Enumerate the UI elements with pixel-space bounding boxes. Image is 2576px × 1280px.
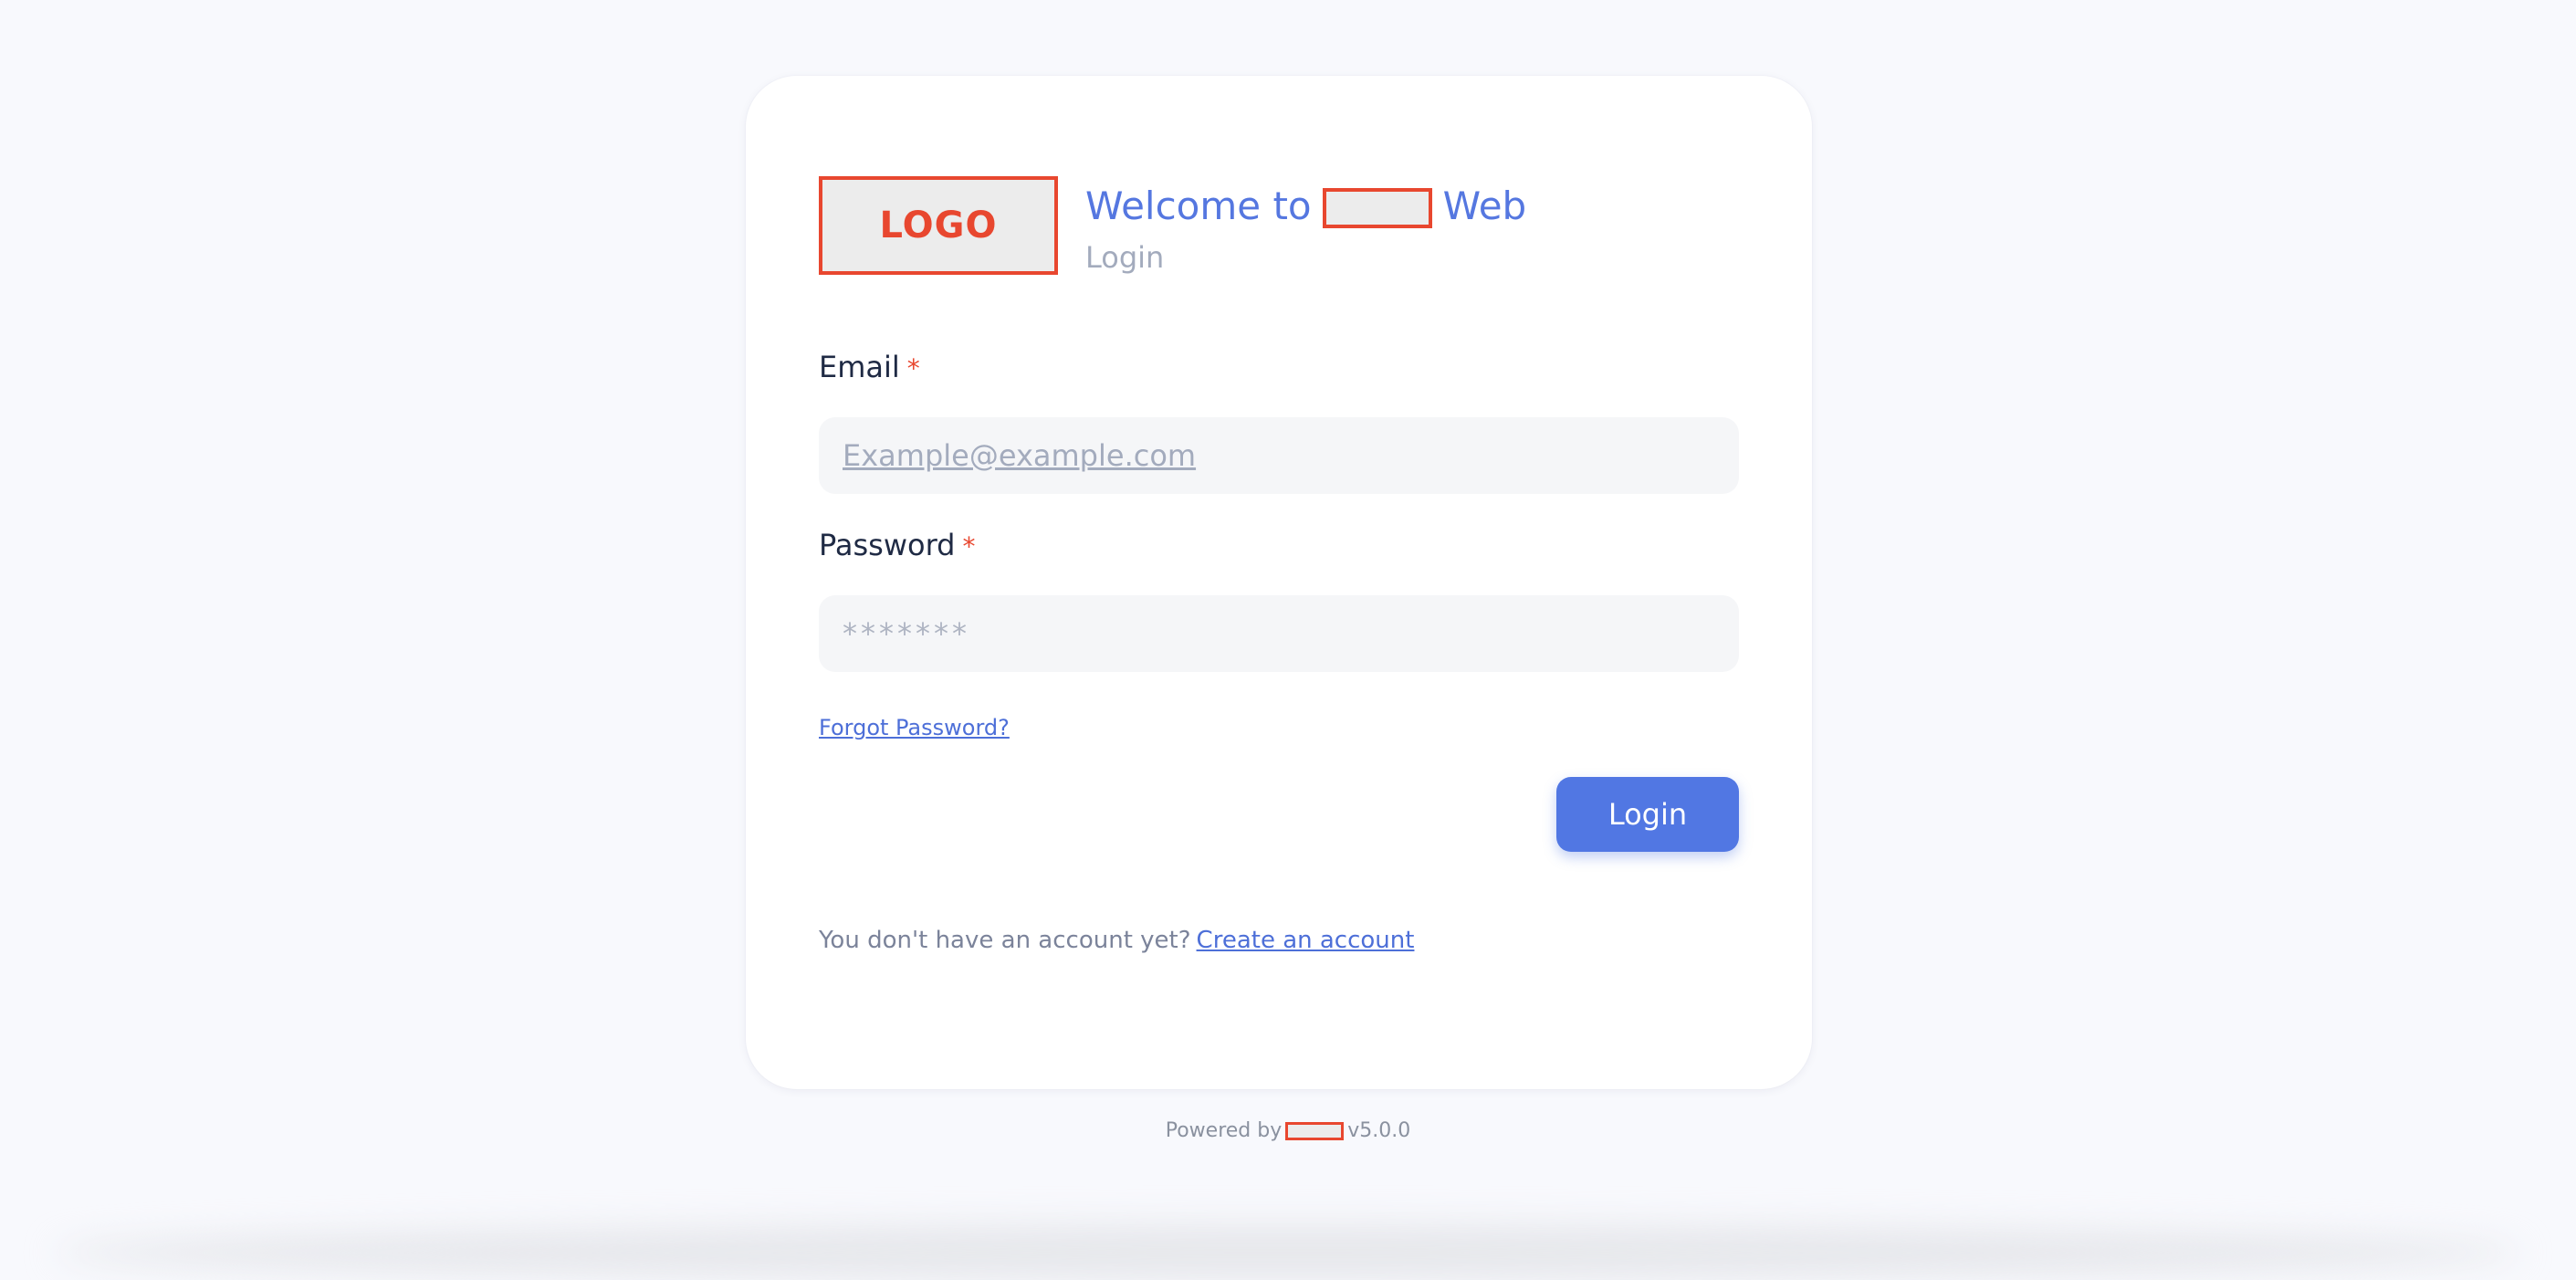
email-field[interactable] [841, 437, 1717, 474]
password-label: Password * [819, 528, 975, 562]
password-required-mark: * [962, 531, 976, 561]
email-label: Email * [819, 350, 920, 384]
bottom-shadow [55, 1225, 2521, 1280]
create-account-link[interactable]: Create an account [1197, 927, 1415, 954]
version-text: v5.0.0 [1347, 1119, 1411, 1142]
forgot-password-link[interactable]: Forgot Password? [819, 715, 1010, 740]
email-field-container [819, 417, 1739, 494]
login-card: LOGO Welcome to Web Login Email* Passwor… [746, 76, 1812, 1089]
signup-prompt-text: You don't have an account yet? [819, 927, 1191, 954]
password-field[interactable] [841, 615, 1717, 652]
logo-text: LOGO [879, 205, 998, 247]
signup-prompt: You don't have an account yet? Create an … [819, 927, 1414, 954]
password-label-text: Password [819, 528, 956, 562]
footer: Powered by v5.0.0 [0, 1119, 2576, 1142]
password-field-container [819, 595, 1739, 672]
logo: LOGO [819, 176, 1058, 275]
page-subtitle: Login [1085, 240, 1165, 275]
email-required-mark: * [906, 353, 920, 383]
login-button[interactable]: Login [1556, 777, 1739, 852]
powered-by-text: Powered by [1165, 1119, 1283, 1142]
redacted-app-name [1322, 187, 1432, 228]
welcome-prefix: Welcome to [1085, 184, 1312, 228]
page-title: Welcome to Web [1085, 184, 1526, 228]
email-label-text: Email [819, 350, 900, 384]
welcome-suffix: Web [1442, 184, 1527, 228]
redacted-vendor-name [1285, 1122, 1345, 1140]
